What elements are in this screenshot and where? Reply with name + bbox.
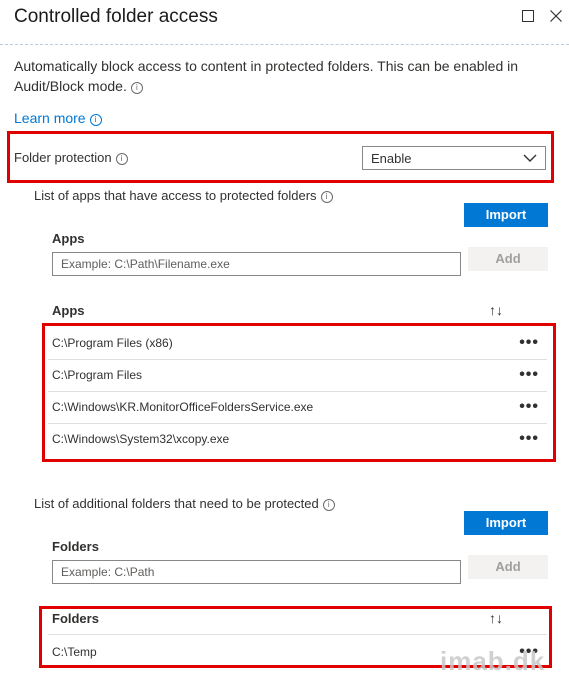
close-icon: [550, 10, 562, 22]
folders-import-button[interactable]: Import: [464, 511, 548, 535]
folders-add-button: Add: [468, 555, 548, 579]
header-divider: [0, 44, 569, 45]
watermark: imab.dk: [440, 646, 546, 676]
description: Automatically block access to content in…: [14, 56, 534, 96]
learn-more-label: Learn more: [14, 110, 86, 126]
list-item[interactable]: C:\Windows\KR.MonitorOfficeFoldersServic…: [48, 391, 547, 424]
sort-icon[interactable]: ↑↓: [489, 302, 503, 318]
info-icon[interactable]: i: [130, 82, 143, 94]
folders-input-placeholder: Example: C:\Path: [61, 565, 155, 579]
list-item-path: C:\Windows\System32\xcopy.exe: [52, 432, 230, 446]
folders-input-label: Folders: [52, 539, 99, 554]
apps-caption: List of apps that have access to protect…: [34, 188, 333, 203]
more-icon[interactable]: •••: [519, 399, 547, 415]
folder-protection-dropdown[interactable]: Enable: [362, 146, 546, 170]
folders-caption: List of additional folders that need to …: [34, 496, 335, 511]
apps-list-header: Apps: [52, 303, 85, 318]
list-item[interactable]: C:\Windows\System32\xcopy.exe •••: [48, 423, 547, 455]
close-button[interactable]: [548, 6, 564, 26]
more-icon[interactable]: •••: [519, 335, 547, 351]
info-icon[interactable]: i: [320, 191, 333, 203]
info-icon: i: [89, 114, 102, 126]
folder-protection-value: Enable: [371, 150, 412, 166]
panel-title: Controlled folder access: [14, 6, 218, 27]
folders-caption-text: List of additional folders that need to …: [34, 496, 319, 511]
list-item-path: C:\Program Files (x86): [52, 336, 173, 350]
list-item[interactable]: C:\Program Files (x86) •••: [48, 327, 547, 360]
sort-icon[interactable]: ↑↓: [489, 610, 503, 626]
folder-protection-label-text: Folder protection: [14, 150, 112, 165]
folders-list-divider: [48, 634, 547, 635]
apps-import-button[interactable]: Import: [464, 203, 548, 227]
info-icon[interactable]: i: [322, 499, 335, 511]
list-item[interactable]: C:\Program Files •••: [48, 359, 547, 392]
more-icon[interactable]: •••: [519, 367, 547, 383]
learn-more-link[interactable]: Learn more i: [14, 110, 102, 126]
apps-add-button: Add: [468, 247, 548, 271]
apps-caption-text: List of apps that have access to protect…: [34, 188, 317, 203]
info-icon[interactable]: i: [115, 153, 128, 165]
folders-input[interactable]: Example: C:\Path: [52, 560, 461, 584]
apps-input[interactable]: Example: C:\Path\Filename.exe: [52, 252, 461, 276]
folder-protection-label: Folder protection i: [14, 150, 128, 165]
apps-input-label: Apps: [52, 231, 85, 246]
folders-list-header: Folders: [52, 611, 99, 626]
apps-input-placeholder: Example: C:\Path\Filename.exe: [61, 257, 230, 271]
maximize-icon: [522, 10, 534, 22]
maximize-button[interactable]: [520, 6, 536, 26]
list-item-path: C:\Temp: [52, 645, 97, 659]
description-text: Automatically block access to content in…: [14, 58, 519, 94]
list-item-path: C:\Program Files: [52, 368, 143, 382]
list-item-path: C:\Windows\KR.MonitorOfficeFoldersServic…: [52, 400, 314, 414]
chevron-down-icon: [523, 154, 537, 162]
more-icon[interactable]: •••: [519, 431, 547, 447]
